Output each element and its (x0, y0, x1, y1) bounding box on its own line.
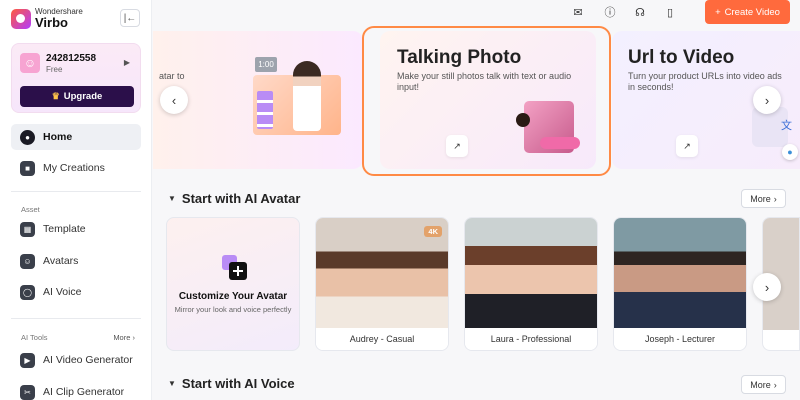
sidebar-item-label: Home (43, 131, 73, 143)
presenter-figure-image (293, 61, 321, 131)
brand-logo[interactable]: Wondershare Virbo (11, 8, 83, 29)
chevron-right-icon: › (764, 92, 770, 108)
customize-avatar-card[interactable]: Customize Your Avatar Mirror your look a… (166, 217, 300, 351)
section-ai-voice-header[interactable]: ▼ Start with AI Voice (168, 376, 295, 391)
open-arrow-icon[interactable]: ↗ (676, 135, 698, 157)
clip-generator-icon: ✂ (20, 384, 35, 400)
user-card[interactable]: ☺ 242812558 Free ▶ ♛ Upgrade (11, 43, 141, 113)
divider (11, 191, 141, 192)
translate-icon[interactable]: 文 (781, 117, 797, 133)
help-icon[interactable]: ⓘ (603, 5, 617, 19)
customize-subtitle: Mirror your look and voice perfectly (174, 305, 292, 314)
sidebar-item-label: Avatars (43, 255, 79, 267)
duration-badge: 1:00 (255, 57, 277, 72)
sidebar-item-label: My Creations (43, 162, 105, 174)
avatar-name: Laura - Professional (465, 328, 597, 350)
avatar-carousel-next-button[interactable]: › (753, 273, 781, 301)
collapse-icon: |← (123, 12, 137, 24)
crown-icon: ♛ (51, 91, 60, 101)
upgrade-label: Upgrade (63, 91, 103, 102)
create-video-button[interactable]: + Create Video (705, 0, 790, 24)
avatar-thumbnail-strip (257, 91, 273, 129)
caret-down-icon: ▼ (168, 194, 176, 203)
chevron-left-icon: ‹ (171, 92, 177, 108)
virbo-logo-icon (11, 8, 31, 29)
carousel-next-button[interactable]: › (753, 86, 781, 114)
caret-down-icon: ▼ (168, 379, 176, 388)
sidebar-item-label: AI Clip Generator (43, 386, 125, 398)
sidebar: Wondershare Virbo |← ☺ 242812558 Free ▶ … (0, 0, 152, 400)
customize-title: Customize Your Avatar (178, 291, 288, 302)
voice-more-button[interactable]: More › (741, 375, 786, 394)
section-ai-avatar-header[interactable]: ▼ Start with AI Avatar (168, 191, 300, 206)
sidebar-item-avatars[interactable]: ☺ Avatars (11, 248, 141, 274)
avatar-card[interactable]: Joseph - Lecturer (613, 217, 747, 351)
ai-tools-section-label: AI Tools (21, 333, 48, 342)
sidebar-item-home[interactable]: ● Home (11, 124, 141, 150)
sidebar-item-label: AI Voice (43, 286, 82, 298)
avatar-name: Joseph - Lecturer (614, 328, 746, 350)
chevron-right-icon: › (764, 279, 770, 295)
video-generator-icon: ▶ (20, 352, 35, 368)
add-avatar-icon (222, 255, 247, 280)
chevron-right-icon: ▶ (123, 58, 130, 67)
more-label: More (750, 379, 771, 390)
sidebar-item-ai-voice[interactable]: ◯ AI Voice (11, 279, 141, 305)
avatar-more-button[interactable]: More › (741, 189, 786, 208)
chevron-right-icon: › (773, 379, 777, 390)
4k-badge: 4K (424, 226, 442, 237)
chevron-right-icon: › (773, 193, 777, 204)
banner-title: Url to Video (628, 47, 735, 68)
ai-tools-more-link[interactable]: More › (113, 333, 135, 342)
sidebar-item-template[interactable]: ▦ Template (11, 216, 141, 242)
more-label: More (113, 333, 131, 342)
create-video-label: Create Video (724, 6, 780, 18)
avatar: ☺ (20, 53, 40, 73)
mail-icon[interactable]: ✉ (571, 5, 585, 19)
template-icon: ▦ (20, 221, 35, 237)
section-title: Start with AI Avatar (181, 191, 301, 206)
more-label: More (750, 193, 771, 204)
avatar-card[interactable]: 4K Audrey - Casual (315, 217, 449, 351)
sidebar-item-creations[interactable]: ■ My Creations (11, 155, 141, 181)
plus-icon: + (715, 6, 721, 18)
assistant-icon[interactable]: ● (782, 144, 798, 160)
banner-fragment-text: atar to (159, 71, 185, 81)
collapse-sidebar-button[interactable]: |← (120, 9, 140, 27)
upgrade-button[interactable]: ♛ Upgrade (20, 86, 134, 107)
user-id: 242812558 (46, 53, 97, 64)
carousel-prev-button[interactable]: ‹ (160, 86, 188, 114)
sidebar-item-label: Template (43, 223, 86, 235)
voice-icon: ◯ (20, 284, 35, 300)
avatar-icon: ☺ (20, 253, 35, 269)
divider (11, 318, 141, 319)
brand-name: Virbo (35, 15, 68, 30)
section-title: Start with AI Voice (181, 376, 295, 391)
sidebar-item-label: AI Video Generator (43, 354, 133, 366)
avatar-card[interactable]: Laura - Professional (464, 217, 598, 351)
avatar-photo (614, 218, 746, 330)
device-icon[interactable]: ▯ (663, 5, 677, 19)
avatar-photo (465, 218, 597, 330)
avatar-name: Audrey - Casual (316, 328, 448, 350)
sidebar-item-video-generator[interactable]: ▶ AI Video Generator (11, 347, 141, 373)
headset-icon[interactable]: ☊ (633, 5, 647, 19)
sidebar-item-clip-generator[interactable]: ✂ AI Clip Generator (11, 379, 141, 400)
plan-label: Free (46, 65, 63, 74)
asset-section-label: Asset (21, 205, 40, 214)
creations-icon: ■ (20, 160, 35, 176)
selected-banner-highlight (362, 26, 611, 176)
home-icon: ● (20, 129, 35, 145)
